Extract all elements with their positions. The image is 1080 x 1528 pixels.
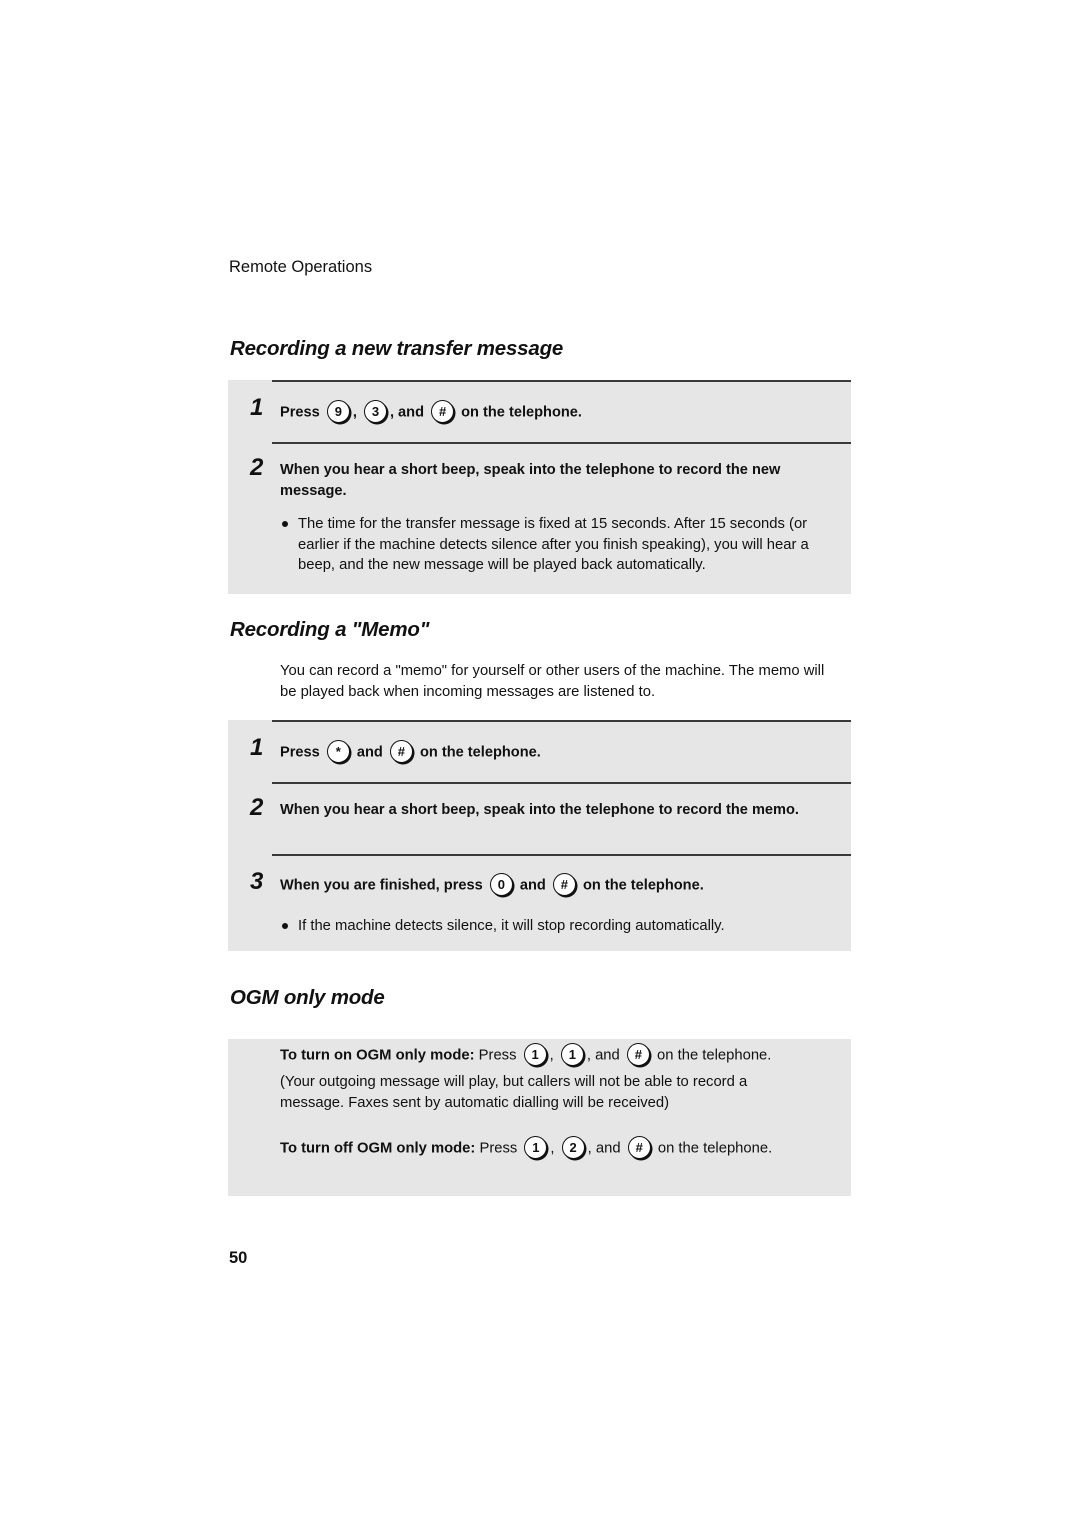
key-1-icon: 1 [524, 1136, 548, 1159]
step-text: When you hear a short beep, speak into t… [280, 462, 781, 499]
section-title-transfer: Recording a new transfer message [230, 337, 564, 360]
step-divider [272, 854, 851, 856]
step-note: The time for the transfer message is fix… [280, 514, 837, 576]
key-hash-icon: # [389, 740, 413, 763]
step-text: When you hear a short beep, speak into t… [280, 802, 799, 818]
step-number: 1 [250, 734, 264, 761]
section-title-ogm: OGM only mode [230, 986, 385, 1009]
key-2-icon: 2 [561, 1136, 585, 1159]
step-number: 2 [250, 454, 264, 481]
section-title-memo: Recording a "Memo" [230, 618, 430, 641]
key-1-icon: 1 [560, 1043, 584, 1066]
step-number: 2 [250, 794, 264, 821]
transfer-steps-box: 1 Press 9, 3, and # on the telephone. 2 … [228, 380, 851, 594]
ogm-turn-on-note: (Your outgoing message will play, but ca… [280, 1074, 748, 1111]
key-3-icon: 3 [363, 400, 387, 423]
memo-intro: You can record a "memo" for yourself or … [280, 663, 825, 700]
step-divider [272, 720, 851, 722]
key-0-icon: 0 [489, 873, 513, 896]
key-hash-icon: # [626, 1043, 650, 1066]
running-head: Remote Operations [229, 258, 373, 276]
ogm-box: To turn on OGM only mode: Press 1, 1, an… [228, 1039, 851, 1196]
step-divider [272, 782, 851, 784]
key-star-icon: * [326, 740, 350, 763]
key-1-icon: 1 [523, 1043, 547, 1066]
step-note: If the machine detects silence, it will … [280, 916, 837, 937]
key-hash-icon: # [627, 1136, 651, 1159]
step-divider [272, 442, 851, 444]
step-text: When you are finished, press 0 and # on … [280, 873, 837, 897]
ogm-turn-on: To turn on OGM only mode: Press 1, 1, an… [280, 1043, 843, 1067]
step-number: 3 [250, 868, 264, 895]
page-number: 50 [229, 1249, 248, 1267]
key-hash-icon: # [552, 873, 576, 896]
ogm-turn-off: To turn off OGM only mode: Press 1, 2, a… [280, 1136, 843, 1160]
key-hash-icon: # [431, 400, 455, 423]
step-text: Press * and # on the telephone. [280, 740, 837, 764]
step-divider [272, 380, 851, 382]
step-text: Press 9, 3, and # on the telephone. [280, 400, 837, 424]
step-number: 1 [250, 394, 264, 421]
memo-steps-box: 1 Press * and # on the telephone. 2 When… [228, 720, 851, 951]
key-9-icon: 9 [326, 400, 350, 423]
